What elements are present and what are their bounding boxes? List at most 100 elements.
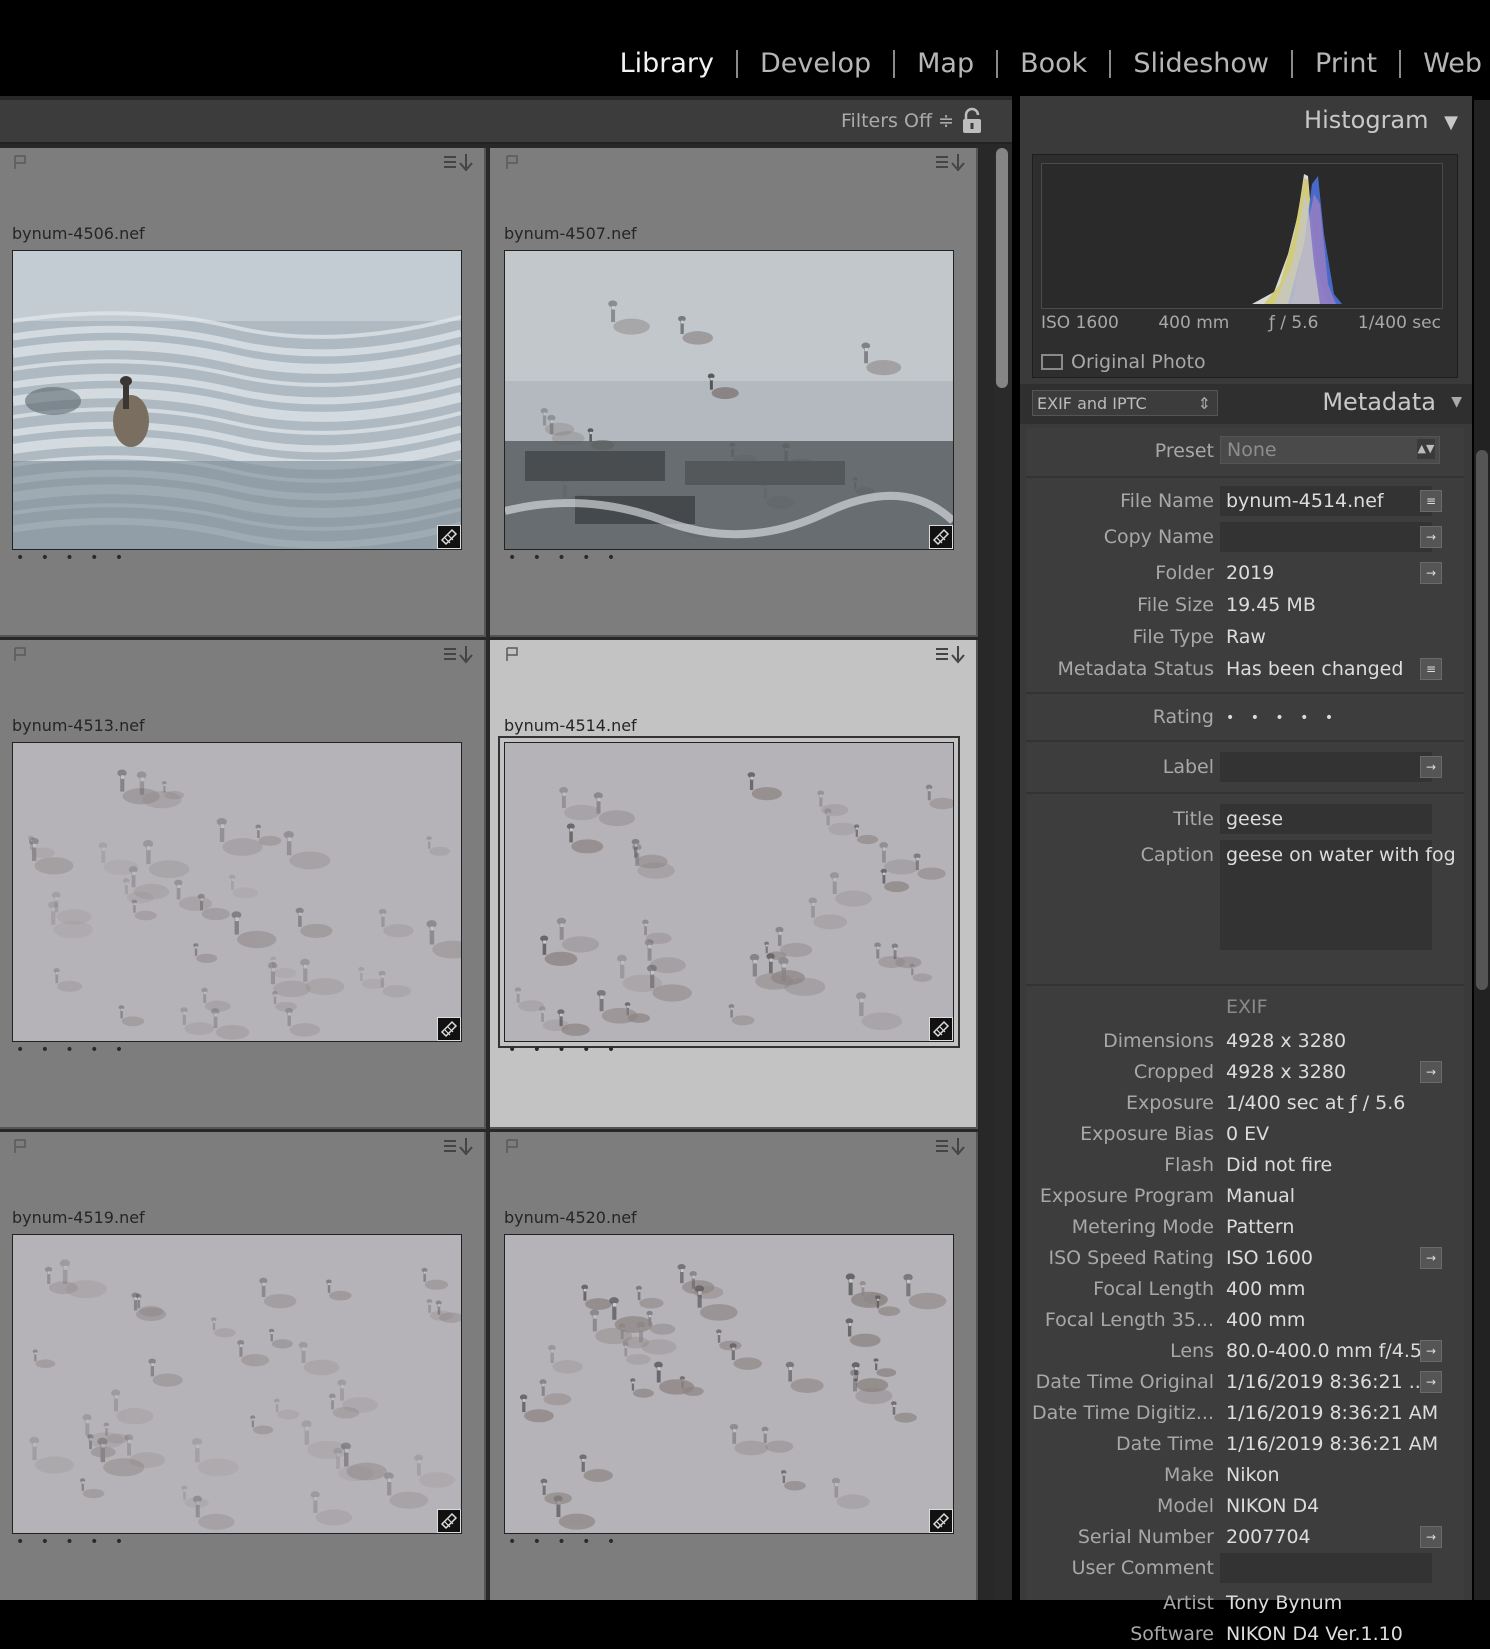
arrow-right-icon[interactable]: → — [1420, 1061, 1442, 1083]
arrow-right-icon[interactable]: → — [1420, 562, 1442, 584]
arrow-right-icon[interactable]: → — [1420, 1526, 1442, 1548]
divider — [1026, 476, 1464, 478]
rating-stars[interactable]: • • • • • — [16, 550, 129, 566]
metadata-badge-icon[interactable] — [442, 1136, 476, 1158]
module-map[interactable]: Map — [895, 46, 996, 82]
collapse-triangle-icon[interactable]: ▼ — [1444, 112, 1458, 133]
exif-heading: EXIF — [1226, 996, 1268, 1018]
arrow-right-icon[interactable]: → — [1420, 1340, 1442, 1362]
arrow-right-icon[interactable]: → — [1420, 756, 1442, 778]
histogram-iso: ISO 1600 — [1041, 313, 1119, 333]
exif-value: 1/16/2019 8:36:21 ... — [1226, 1371, 1427, 1393]
develop-adjusted-icon[interactable] — [437, 1017, 461, 1041]
flag-icon[interactable] — [12, 1138, 28, 1154]
grid-cell[interactable]: bynum-4514.nef • • • • • — [490, 640, 978, 1129]
metadata-status-label: Metadata Status — [1057, 658, 1214, 680]
meta-row-file-type: File Type Raw — [1026, 624, 1464, 652]
exif-value: 1/16/2019 8:36:21 AM — [1226, 1402, 1439, 1424]
histogram-panel-header[interactable]: Histogram ▼ — [1304, 106, 1458, 134]
exif-label: Artist — [1163, 1592, 1214, 1614]
histogram-aperture: ƒ / 5.6 — [1268, 313, 1319, 333]
photo-thumbnail[interactable] — [12, 742, 462, 1042]
metadata-badge-icon[interactable] — [934, 644, 968, 666]
collapse-triangle-icon[interactable]: ▼ — [1451, 394, 1462, 410]
exif-label: Date Time Original — [1035, 1371, 1214, 1393]
meta-row-label: Label → — [1026, 752, 1464, 782]
metadata-badge-icon[interactable] — [934, 152, 968, 174]
flag-icon[interactable] — [504, 1138, 520, 1154]
grid-cell[interactable]: bynum-4513.nef • • • • • — [0, 640, 486, 1129]
module-book[interactable]: Book — [998, 46, 1109, 82]
exif-row: Flash Did not fire — [1026, 1152, 1464, 1180]
grid-cell[interactable]: bynum-4506.nef • • • • • — [0, 148, 486, 637]
rating-stars[interactable]: • • • • • — [1226, 710, 1339, 726]
grid-scrollbar-thumb[interactable] — [996, 148, 1008, 388]
arrow-right-icon[interactable]: → — [1420, 1371, 1442, 1393]
exif-value: 400 mm — [1226, 1309, 1306, 1331]
original-photo-checkbox[interactable] — [1041, 354, 1063, 370]
exif-value: Nikon — [1226, 1464, 1280, 1486]
exif-value: 400 mm — [1226, 1278, 1306, 1300]
panel-scrollbar-thumb[interactable] — [1476, 450, 1488, 990]
module-develop[interactable]: Develop — [738, 46, 893, 82]
metadata-badge-icon[interactable] — [442, 152, 476, 174]
module-web[interactable]: Web — [1401, 46, 1490, 82]
grid-cell[interactable]: bynum-4519.nef • • • • • — [0, 1132, 486, 1600]
module-library[interactable]: Library — [598, 46, 736, 82]
grid-cell[interactable]: bynum-4520.nef • • • • • — [490, 1132, 978, 1600]
rating-stars[interactable]: • • • • • — [16, 1534, 129, 1550]
meta-row-title: Title geese — [1026, 804, 1464, 834]
arrow-right-icon[interactable]: → — [1420, 1247, 1442, 1269]
histogram-graph[interactable] — [1041, 163, 1443, 309]
photo-thumbnail[interactable] — [12, 1234, 462, 1534]
filters-dropdown[interactable]: Filters Off ≑ — [841, 110, 954, 132]
exif-value: NIKON D4 — [1226, 1495, 1320, 1517]
meta-row-folder: Folder 2019 → — [1026, 560, 1464, 588]
exif-field[interactable] — [1220, 1553, 1432, 1583]
thumbnail-filename: bynum-4506.nef — [12, 224, 145, 243]
lock-icon[interactable] — [960, 107, 984, 135]
develop-adjusted-icon[interactable] — [437, 1509, 461, 1533]
exif-label: Cropped — [1133, 1061, 1214, 1083]
develop-adjusted-icon[interactable] — [929, 1017, 953, 1041]
photo-thumbnail[interactable] — [504, 1234, 954, 1534]
divider — [1026, 984, 1464, 986]
original-photo-toggle[interactable]: Original Photo — [1041, 351, 1206, 373]
label-field[interactable] — [1220, 752, 1432, 782]
library-filter-bar: Filters Off ≑ — [0, 100, 1012, 144]
exif-value: Tony Bynum — [1226, 1592, 1343, 1614]
thumbnail-filename: bynum-4519.nef — [12, 1208, 145, 1227]
grid-scrollbar[interactable] — [994, 148, 1010, 1600]
metadata-badge-icon[interactable] — [934, 1136, 968, 1158]
copy-name-field[interactable] — [1220, 522, 1432, 552]
flag-icon[interactable] — [12, 154, 28, 170]
photo-thumbnail[interactable] — [504, 250, 954, 550]
develop-adjusted-icon[interactable] — [437, 525, 461, 549]
grid-cell[interactable]: bynum-4507.nef • • • • • — [490, 148, 978, 637]
develop-adjusted-icon[interactable] — [929, 525, 953, 549]
rating-stars[interactable]: • • • • • — [508, 550, 621, 566]
module-print[interactable]: Print — [1293, 46, 1399, 82]
photo-thumbnail[interactable] — [498, 736, 960, 1048]
flag-icon[interactable] — [12, 646, 28, 662]
arrow-right-icon[interactable]: → — [1420, 526, 1442, 548]
develop-adjusted-icon[interactable] — [929, 1509, 953, 1533]
exif-label: Make — [1163, 1464, 1214, 1486]
metadata-view-select[interactable]: EXIF and IPTC ⇕ — [1032, 390, 1218, 416]
meta-row-file-size: File Size 19.45 MB — [1026, 592, 1464, 620]
exif-value: 1/400 sec at ƒ / 5.6 — [1226, 1092, 1406, 1114]
module-slideshow[interactable]: Slideshow — [1111, 46, 1291, 82]
exif-value: 4928 x 3280 — [1226, 1061, 1347, 1083]
list-icon[interactable]: ≡ — [1420, 490, 1442, 512]
panel-scrollbar[interactable] — [1474, 100, 1490, 1600]
preset-select[interactable]: None ▲▼ — [1220, 436, 1440, 464]
rating-stars[interactable]: • • • • • — [16, 1042, 129, 1058]
rating-stars[interactable]: • • • • • — [508, 1534, 621, 1550]
flag-icon[interactable] — [504, 154, 520, 170]
list-icon[interactable]: ≡ — [1420, 658, 1442, 680]
metadata-title[interactable]: Metadata — [1322, 388, 1436, 416]
rating-stars[interactable]: • • • • • — [508, 1042, 621, 1058]
flag-icon[interactable] — [504, 646, 520, 662]
photo-thumbnail[interactable] — [12, 250, 462, 550]
metadata-badge-icon[interactable] — [442, 644, 476, 666]
